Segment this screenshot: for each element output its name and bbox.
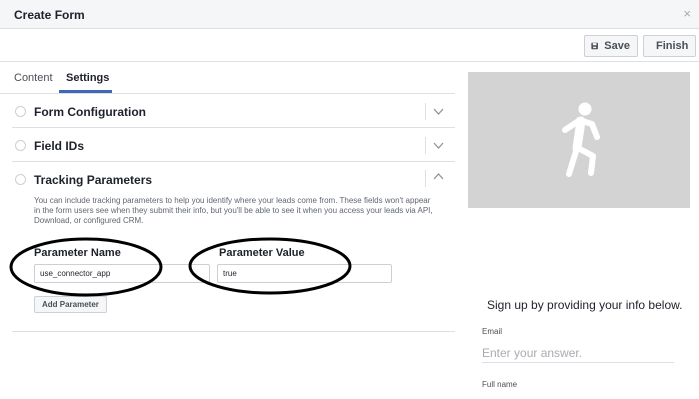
section-tracking-parameters: Tracking Parameters You can include trac… [12, 162, 455, 332]
chevron-down-icon[interactable] [432, 141, 445, 151]
settings-panel: Content Settings Form Configuration Fiel… [0, 62, 455, 399]
email-label: Email [482, 327, 503, 336]
section-title: Form Configuration [34, 105, 146, 119]
save-label: Save [604, 40, 630, 52]
section-form-configuration[interactable]: Form Configuration [12, 94, 455, 128]
add-parameter-label: Add Parameter [42, 300, 99, 309]
email-answer-input[interactable] [482, 344, 674, 363]
parameter-value-input[interactable] [217, 264, 392, 283]
parameter-name-input[interactable] [34, 264, 210, 283]
chevron-down-icon[interactable] [432, 107, 445, 117]
parameter-value-header: Parameter Value [219, 247, 305, 259]
save-button[interactable]: Save [584, 35, 638, 57]
full-name-label: Full name [482, 380, 518, 389]
running-person-icon [562, 102, 600, 177]
divider [425, 170, 426, 187]
save-icon [591, 42, 598, 50]
title-bar: Create Form × [0, 0, 699, 29]
add-parameter-button[interactable]: Add Parameter [34, 296, 107, 313]
section-field-ids[interactable]: Field IDs [12, 128, 455, 162]
divider [425, 103, 426, 120]
form-preview: Sign up by providing your info below. Em… [468, 72, 690, 399]
parameter-name-header: Parameter Name [34, 247, 121, 259]
section-title: Field IDs [34, 139, 85, 153]
tab-settings[interactable]: Settings [66, 72, 109, 84]
section-title[interactable]: Tracking Parameters [34, 173, 152, 187]
divider [425, 137, 426, 154]
dialog-title: Create Form [14, 8, 85, 22]
tab-content[interactable]: Content [14, 72, 53, 84]
chevron-up-icon[interactable] [432, 172, 445, 182]
toolbar: Save Finish [0, 29, 699, 62]
active-tab-indicator [59, 90, 112, 93]
finish-button[interactable]: Finish [643, 35, 696, 57]
preview-heading: Sign up by providing your info below. [487, 298, 683, 312]
close-icon[interactable]: × [683, 6, 691, 21]
section-radio[interactable] [15, 174, 26, 185]
finish-label: Finish [656, 40, 689, 52]
preview-hero-image [468, 72, 690, 208]
section-radio[interactable] [15, 106, 26, 117]
tracking-description: You can include tracking parameters to h… [34, 196, 433, 225]
section-radio[interactable] [15, 140, 26, 151]
tab-bar: Content Settings [0, 62, 455, 94]
